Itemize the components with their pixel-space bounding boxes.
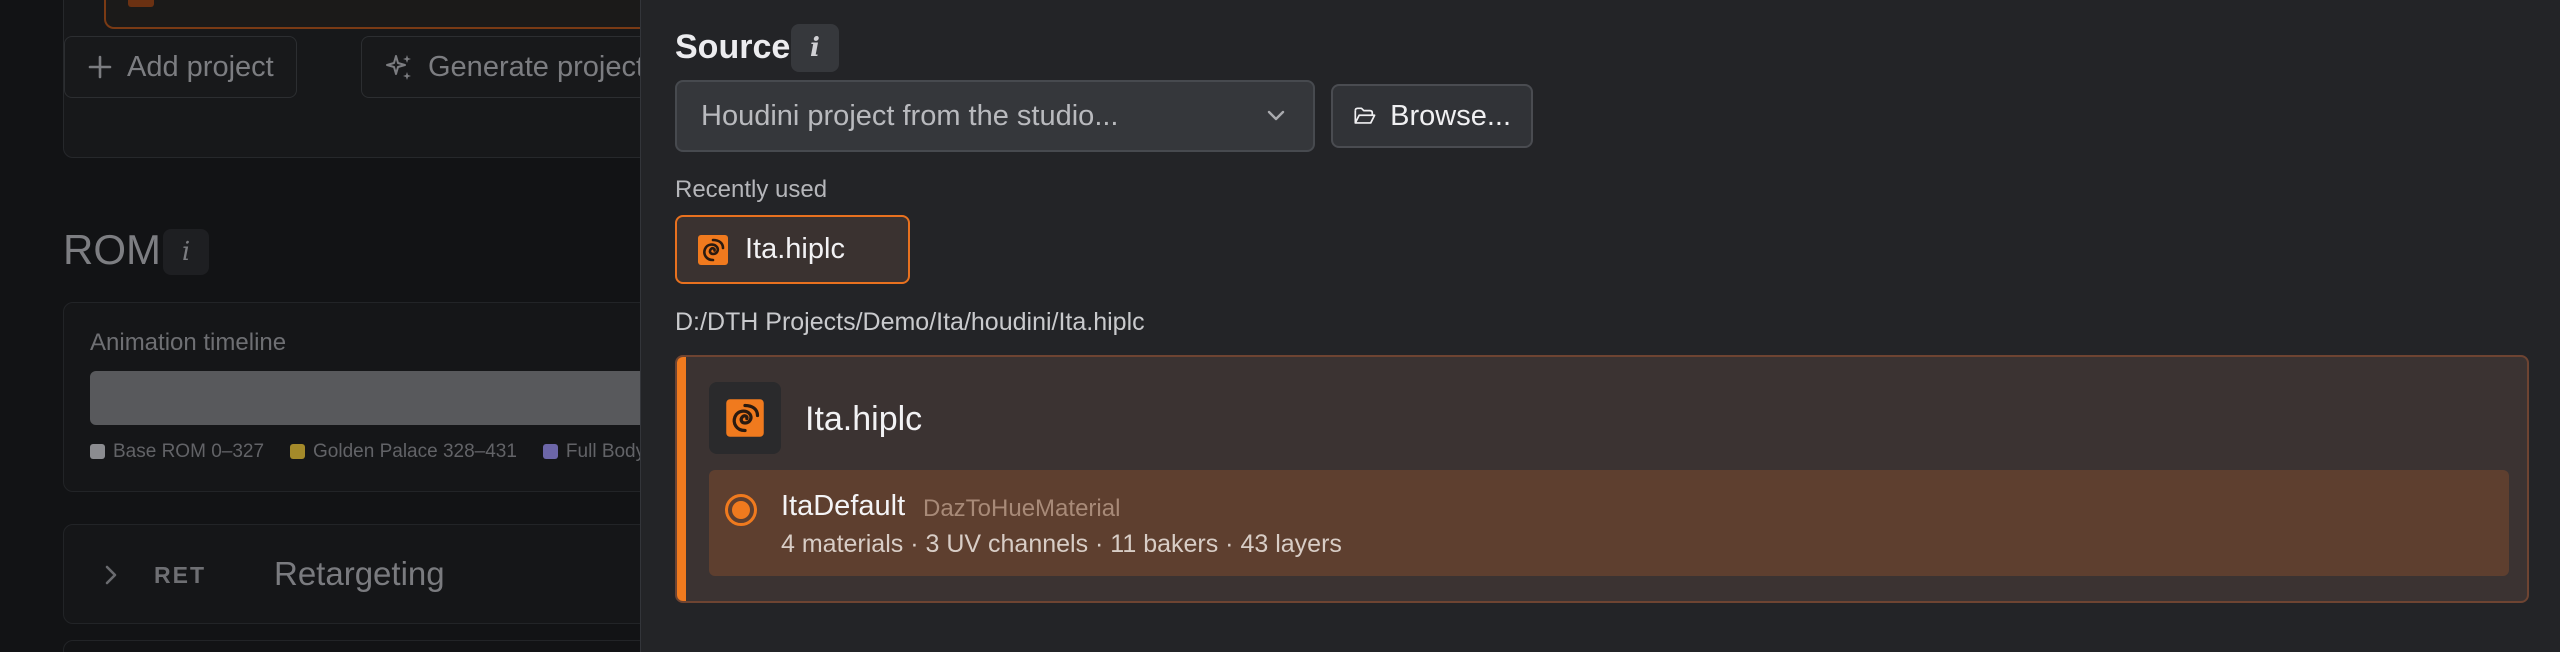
option-title: ItaDefault [781,490,906,522]
legend-label: Full Body [565,441,640,462]
folder-open-icon [1354,107,1376,124]
rom-section-title: ROM [63,226,161,273]
legend-swatch [90,444,105,459]
browse-label: Browse... [1390,99,1511,132]
radio-selected[interactable] [725,494,757,526]
file-icon-tile [709,382,781,454]
retargeting-title: Retargeting [274,555,445,592]
timeline-legend: Base ROM 0–327 Golden Palace 328–431 Ful… [90,441,640,463]
selected-file-path: D:/DTH Projects/Demo/Ita/houdini/Ita.hip… [675,308,1145,336]
add-project-label: Add project [127,50,274,83]
rom-info-icon[interactable]: i [163,229,209,275]
legend-label: Base ROM 0–327 [113,441,265,462]
recent-file-name: Ita.hiplc [745,233,845,265]
legend-swatch [542,444,558,459]
houdini-icon [128,0,154,7]
animation-timeline-label: Animation timeline [90,329,287,356]
chevron-right-icon [102,563,120,594]
source-info-icon[interactable]: i [791,24,839,72]
chevron-down-icon [1267,110,1285,121]
animation-timeline-card: Animation timeline Base ROM 0–327 Golden… [63,302,640,492]
projects-card: Add project Generate project [63,0,640,158]
generate-project-button[interactable]: Generate project [361,36,640,98]
legend-label: Golden Palace 328–431 [313,441,517,462]
recent-file-chip[interactable]: Ita.hiplc [675,215,910,284]
option-stats: 4 materials · 3 UV channels · 11 bakers … [781,530,1342,558]
animation-timeline-bar[interactable] [90,371,640,425]
houdini-icon [698,234,728,265]
background-page: Add project Generate project ROM i Anima… [0,0,640,652]
browse-button[interactable]: Browse... [1331,84,1533,148]
retargeting-code: RET [154,562,206,588]
source-select-value: Houdini project from the studio... [701,99,1119,132]
legend-item: Golden Palace 328–431 [290,441,517,463]
selected-project-strip [104,0,640,29]
selected-accent-bar [677,357,686,601]
legend-item: Full Body [542,441,640,463]
source-project-select[interactable]: Houdini project from the studio... [675,80,1315,152]
add-project-button[interactable]: Add project [64,36,297,98]
selected-file-card: Ita.hiplc ItaDefault DazToHueMaterial 4 … [675,355,2529,603]
generate-project-label: Generate project [428,50,640,83]
source-title: Source [675,28,791,66]
legend-swatch [290,444,306,459]
recently-used-label: Recently used [675,176,828,203]
retargeting-card[interactable]: RET Retargeting [63,524,640,624]
next-section-card [63,640,640,652]
option-subtitle: DazToHueMaterial [923,495,1121,522]
legend-item: Base ROM 0–327 [90,441,264,463]
houdini-icon [726,399,764,437]
radio-dot [732,501,750,519]
material-option[interactable]: ItaDefault DazToHueMaterial 4 materials … [709,470,2509,576]
plus-icon [88,55,112,79]
selected-file-name: Ita.hiplc [805,400,923,438]
sparkles-icon [386,55,411,80]
source-panel: Source i Houdini project from the studio… [640,0,2560,652]
